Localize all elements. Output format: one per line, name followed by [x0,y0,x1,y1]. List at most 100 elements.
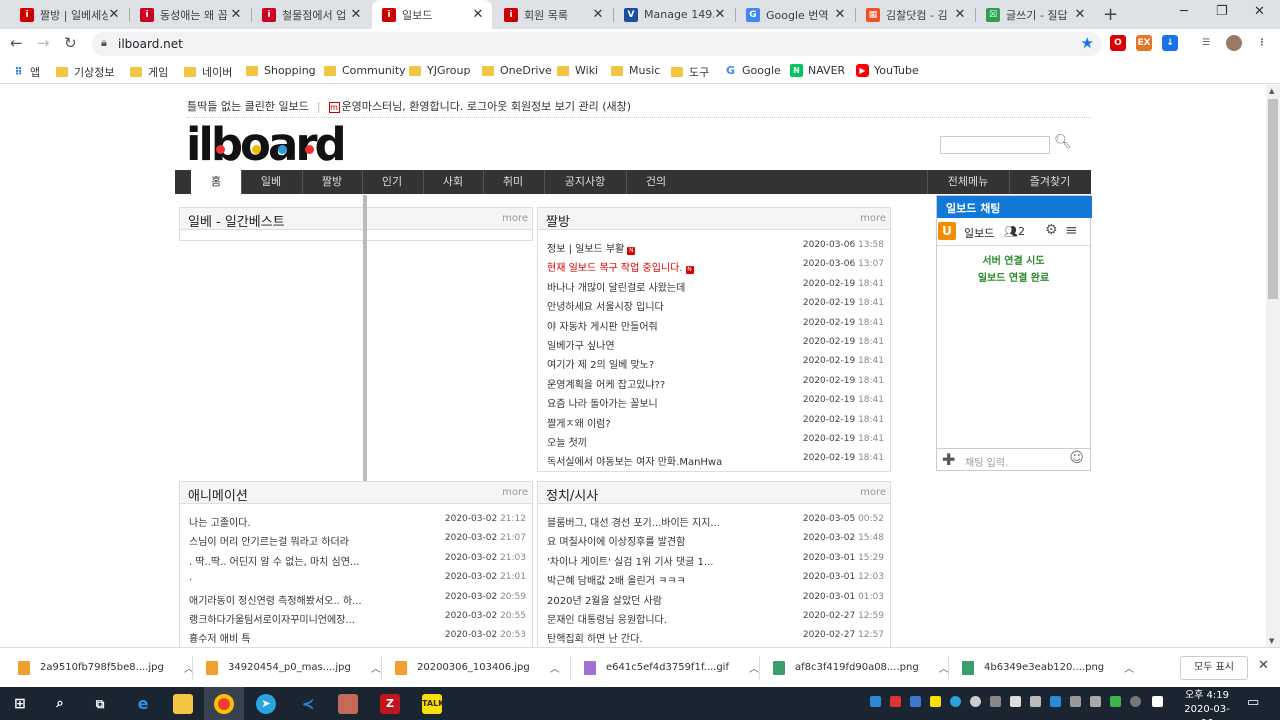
ime-icon[interactable] [1152,696,1163,707]
more-link[interactable]: more [502,487,528,498]
cloud-icon[interactable] [970,696,981,707]
back-icon[interactable]: ← [10,34,23,52]
post-title[interactable]: 바나나 개많이 달린걸로 사왔는데 [547,279,685,294]
nav-favorites[interactable]: 즐겨찾기 [1014,170,1086,194]
download-extension-icon[interactable]: ↓ [1162,35,1178,51]
list-item[interactable]: 문재인 대통령님 응원합니다. 2020-02-27 12:59 [547,607,884,626]
tab-6[interactable]: V Manage 149.2✕ [614,0,734,29]
download-item[interactable]: e641c5ef4d3759f1f....gif ︿ [584,660,759,675]
bookmark-folder[interactable]: Music [611,64,660,77]
post-title[interactable]: 안녕하세요 서울시장 입니다 [547,298,664,313]
list-item[interactable]: 현재 일보드 복구 작업 중입니다. N 2020-03-06 13:07 [547,255,884,275]
nav-suggest[interactable]: 건의 [631,170,681,194]
emoji-icon[interactable]: ☺ [1069,450,1084,466]
nav-home[interactable]: 홈 [191,170,241,194]
list-item[interactable]: 블룸버그, 대선 경선 포기...바이든 지지... 2020-03-05 00:… [547,510,884,529]
list-item[interactable]: 짤게ㅈ왜 이럼? 2020-02-19 18:41 [547,411,884,430]
tab-3[interactable]: i 철물점에서 업 ✕ [252,0,370,29]
forward-icon[interactable]: → [37,34,50,52]
list-item[interactable]: 랭크하다가울팀서로이자꾸미니언에장... 2020-03-02 20:55 [189,607,526,626]
post-title[interactable]: 스님이 머리 안기르는걸 뭐라고 하더라 [189,533,349,548]
post-title[interactable]: 랭크하다가울팀서로이자꾸미니언에장... [189,611,355,626]
list-item[interactable]: 흉수저 애비 특 2020-03-02 20:53 [189,626,526,645]
bookmark-folder[interactable]: Community [324,64,406,77]
close-icon[interactable]: ✕ [834,7,846,22]
chat-input[interactable]: 채팅 입력. [965,454,1008,469]
bookmark-star-icon[interactable]: ★ [1081,34,1094,52]
nav-society[interactable]: 사회 [428,170,478,194]
reload-icon[interactable]: ↻ [64,34,77,52]
list-item[interactable]: 요즘 나라 돌아가는 꼴보니 2020-02-19 18:41 [547,391,884,410]
post-title[interactable]: 요즘 나라 돌아가는 꼴보니 [547,395,658,410]
chevron-up-icon[interactable]: ︿ [550,660,560,675]
profile-avatar[interactable] [1226,35,1242,51]
close-icon[interactable]: ✕ [1074,7,1086,22]
post-title[interactable]: 박근혜 담배값 2배 올린거 ㅋㅋㅋ [547,572,686,587]
list-item[interactable]: 여기가 제 2의 일베 맞노? 2020-02-19 18:41 [547,352,884,371]
post-title[interactable]: 나는 고졸이다. [189,514,251,529]
bookmark-folder[interactable]: OneDrive [482,64,552,77]
list-item[interactable]: '차이나 게이트' 실검 1위 기사 댓글 1... 2020-03-01 15:… [547,549,884,568]
post-title[interactable]: 요 며칠사이에 이상징후를 발견함 [547,533,685,548]
download-item[interactable]: 4b6349e3eab120....png ︿ [962,660,1134,675]
list-item[interactable]: 2020년 2월을 살았던 사람 2020-03-01 01:03 [547,588,884,607]
maximize-icon[interactable]: ❐ [1216,4,1228,19]
post-title[interactable]: 블룸버그, 대선 경선 포기...바이든 지지... [547,514,720,529]
file-explorer-icon[interactable] [173,694,193,714]
tray-icon[interactable] [870,696,881,707]
search-icon[interactable]: ⌕ [50,694,70,714]
list-item[interactable]: 일베가구 싶나연 2020-02-19 18:41 [547,333,884,352]
close-icon[interactable]: ✕ [350,7,362,22]
tab-1[interactable]: i 짤방 | 일베세상 ✕ [10,0,128,29]
post-title[interactable]: . [189,572,192,583]
tab-9[interactable]: ☒ 글쓰기 - 질답 ✕ [976,0,1094,29]
telegram-icon[interactable]: ➤ [256,694,276,714]
tray-icon[interactable] [1110,696,1121,707]
bookmark-naver[interactable]: N NAVER [790,64,845,77]
vscode-icon[interactable]: ≺ [298,694,318,714]
list-item[interactable]: 안녕하세요 서울시장 입니다 2020-02-19 18:41 [547,294,884,313]
user-count[interactable]: 👥︎2 [1004,225,1025,238]
post-title[interactable]: 탄핵집회 하면 난 간다. [547,630,643,645]
post-title[interactable]: 일베가구 싶나연 [547,337,615,352]
list-item[interactable]: 정보 | 일보드 부활 N 2020-03-06 13:58 [547,236,884,255]
nav-notice[interactable]: 공지사항 [549,170,621,194]
tray-icon[interactable] [1010,696,1021,707]
tray-icon[interactable] [890,696,901,707]
page-scrollbar[interactable]: ▲ ▼ [1266,85,1280,647]
bookmark-folder[interactable]: YJGroup [409,64,470,77]
bookmark-folder[interactable]: Wiki [557,64,598,77]
tray-icon[interactable] [950,696,961,707]
tab-8[interactable]: ▦ 김찰닷컴 - 김 ✕ [856,0,974,29]
filezilla-icon[interactable]: Z [380,694,400,714]
post-title[interactable]: 흉수저 애비 특 [189,630,251,645]
post-title[interactable]: 야 자동차 게시판 만들어줘 [547,318,658,333]
plus-icon[interactable]: ✚ [942,450,955,469]
tab-7[interactable]: G Google 번역 ✕ [736,0,854,29]
list-item[interactable]: 바나나 개많이 달린걸로 사왔는데 2020-02-19 18:41 [547,275,884,294]
bookmark-youtube[interactable]: ▶ YouTube [856,64,919,77]
nav-all-menu[interactable]: 전체메뉴 [932,170,1004,194]
nav-ilbe[interactable]: 일베 [246,170,296,194]
tray-icon[interactable] [910,696,921,707]
extension-icon[interactable]: O [1110,35,1126,51]
scroll-up-icon[interactable]: ▲ [1269,87,1274,95]
more-link[interactable]: more [860,487,886,498]
post-title[interactable]: 문재인 대통령님 응원합니다. [547,611,667,626]
close-icon[interactable]: ✕ [472,7,484,22]
list-item[interactable]: . 2020-03-02 21:01 [189,568,526,587]
close-icon[interactable]: ✕ [1258,658,1269,673]
scroll-down-icon[interactable]: ▼ [1269,637,1274,645]
bookmark-folder[interactable]: 게임 [130,64,168,80]
show-all-downloads-button[interactable]: 모두 표시 [1180,656,1248,680]
post-title[interactable]: . 딱..딱.. 어딘지 알 수 없는, 마치 심연... [189,553,359,568]
list-item[interactable]: 탄핵집회 하면 난 간다. 2020-02-27 12:57 [547,626,884,645]
list-item[interactable]: 오늘 첫끼 2020-02-19 18:41 [547,430,884,449]
more-menu-icon[interactable]: ⋮ [1254,35,1270,51]
nav-hobby[interactable]: 취미 [488,170,538,194]
post-title[interactable]: 독서실에서 야동보는 여자 만화.ManHwa [547,453,722,468]
list-item[interactable]: 요 며칠사이에 이상징후를 발견함 2020-03-02 15:48 [547,529,884,548]
list-item[interactable]: 스님이 머리 안기르는걸 뭐라고 하더라 2020-03-02 21:07 [189,529,526,548]
download-item[interactable]: 20200306_103406.jpg ︿ [395,660,560,675]
wifi-icon[interactable] [1070,696,1081,707]
